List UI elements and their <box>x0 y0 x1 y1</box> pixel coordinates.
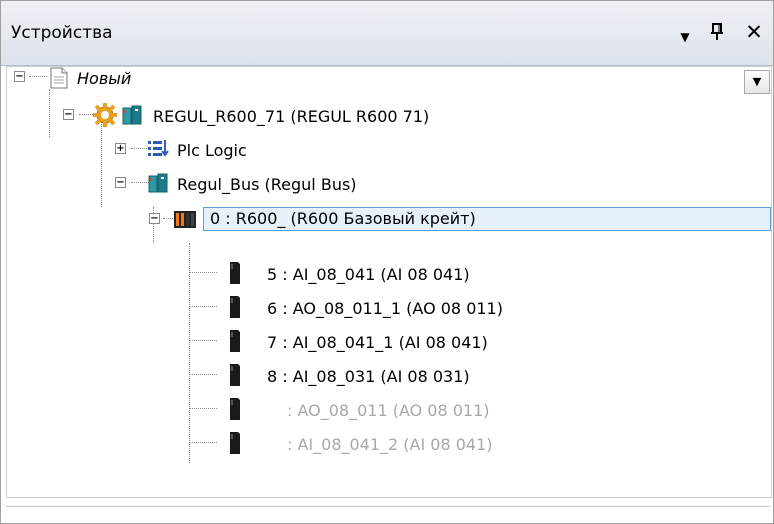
tree-item-label: 0 : R600_ (R600 Базовый крейт) <box>203 207 771 231</box>
plc-logic-icon <box>148 140 169 157</box>
collapse-toggle[interactable]: − <box>115 177 126 188</box>
collapse-toggle[interactable]: − <box>149 213 160 224</box>
tree-item-label: Plc Logic <box>177 141 247 160</box>
tree-item-module[interactable]: 6 : AO_08_011_1 (AO 08 011) <box>7 293 767 325</box>
device-module-icon <box>122 105 142 125</box>
close-icon[interactable]: ✕ <box>741 21 767 43</box>
tree-item-module[interactable]: 8 : AI_08_031 (AI 08 031) <box>7 361 767 393</box>
panel-titlebar: Устройства ▼ ✕ <box>1 1 773 66</box>
tree-item-crate[interactable]: − 0 : R600_ (R600 Базовый крейт) <box>7 203 771 235</box>
tree-item-label: : AI_08_041_2 (AI 08 041) <box>287 435 493 454</box>
tree-item-label: REGUL_R600_71 (REGUL R600 71) <box>153 107 430 126</box>
tree-item-label: 7 : AI_08_041_1 (AI 08 041) <box>267 333 488 352</box>
pin-icon[interactable] <box>707 23 727 45</box>
expand-toggle[interactable]: + <box>115 143 126 154</box>
module-icon <box>230 398 240 420</box>
tree-item-module-disabled[interactable]: : AI_08_041_2 (AI 08 041) <box>7 429 767 461</box>
tree-item-module[interactable]: 5 : AI_08_041 (AI 08 041) <box>7 259 767 291</box>
module-icon <box>230 432 240 454</box>
tree-item-label: Regul_Bus (Regul Bus) <box>177 175 357 194</box>
panel-title: Устройства <box>11 23 113 43</box>
tree-item-label: : AO_08_011 (AO 08 011) <box>287 401 490 420</box>
divider <box>6 506 770 507</box>
dropdown-triangle-icon[interactable]: ▼ <box>675 26 695 48</box>
tree-item-label: Новый <box>77 69 132 88</box>
tree-item-plc-logic[interactable]: + Plc Logic <box>7 135 767 167</box>
crate-icon <box>174 211 196 228</box>
module-icon <box>230 262 240 284</box>
tree-item-label: 8 : AI_08_031 (AI 08 031) <box>267 367 470 386</box>
tree-item-bus[interactable]: − Regul_Bus (Regul Bus) <box>7 169 767 201</box>
tree-item-module[interactable]: 7 : AI_08_041_1 (AI 08 041) <box>7 327 767 359</box>
tree-item-root[interactable]: − Новый <box>7 67 767 99</box>
collapse-toggle[interactable]: − <box>14 71 25 82</box>
tree-item-label: 6 : AO_08_011_1 (AO 08 011) <box>267 299 503 318</box>
gear-device-icon <box>93 103 117 127</box>
module-icon <box>230 330 240 352</box>
tree-item-label: 5 : AI_08_041 (AI 08 041) <box>267 265 470 284</box>
document-icon <box>50 67 68 89</box>
device-tree: − Новый − REGUL_R600_71 (REGUL R600 71) … <box>6 66 772 498</box>
module-icon <box>230 364 240 386</box>
collapse-toggle[interactable]: − <box>63 109 74 120</box>
tree-item-device[interactable]: − REGUL_R600_71 (REGUL R600 71) <box>7 101 767 133</box>
tree-item-module-disabled[interactable]: : AO_08_011 (AO 08 011) <box>7 395 767 427</box>
module-icon <box>230 296 240 318</box>
bus-icon <box>148 173 168 193</box>
chevron-down-icon[interactable]: ▼ <box>744 70 770 94</box>
